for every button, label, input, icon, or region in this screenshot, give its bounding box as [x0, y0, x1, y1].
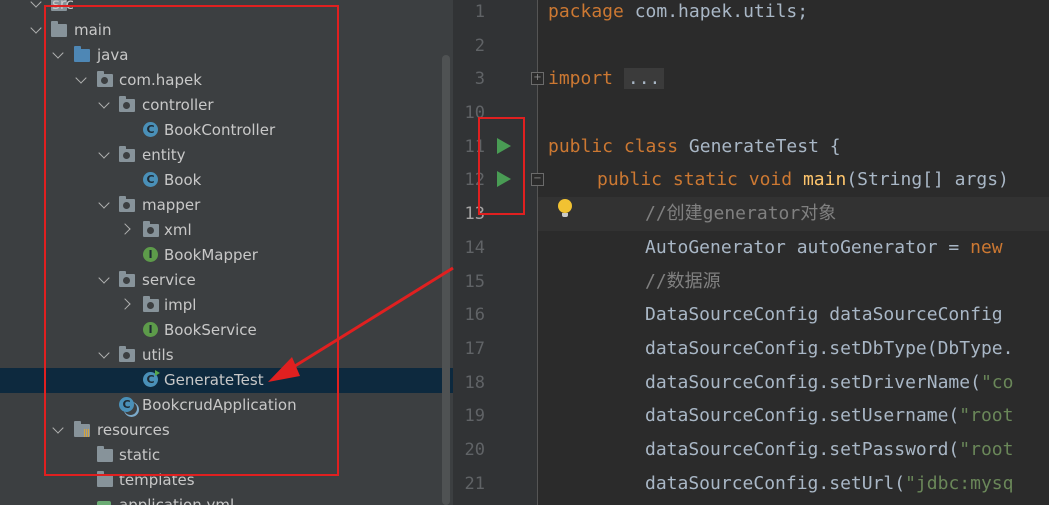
code-line-3: import ...: [548, 68, 665, 90]
code-text: dataSourceConfig.setUsername(: [645, 405, 960, 426]
chevron-down-icon[interactable]: [30, 22, 42, 36]
code-text: dataSourceConfig.setPassword(: [645, 439, 960, 460]
function-name: main: [802, 169, 847, 190]
string-literal: "co: [980, 372, 1014, 393]
code-line-17: dataSourceConfig.setDbType(DbType.: [645, 338, 1014, 359]
keyword: void: [748, 169, 793, 190]
line-number: 16: [464, 305, 485, 325]
code-line-13: //创建generator对象: [645, 203, 837, 224]
line-number: 1: [474, 2, 485, 22]
code-text: GenerateTest {: [678, 136, 841, 157]
line-number: 18: [464, 373, 485, 393]
keyword: import: [548, 68, 614, 89]
folded-imports[interactable]: ...: [623, 68, 665, 89]
fold-collapse-icon[interactable]: −: [531, 173, 544, 186]
code-line-11: public class GenerateTest {: [548, 136, 841, 158]
code-line-20: dataSourceConfig.setPassword("root: [645, 439, 1013, 461]
chevron-down-icon[interactable]: [30, 0, 42, 10]
line-number: 15: [464, 272, 485, 292]
code-text: AutoGenerator autoGenerator =: [645, 237, 971, 258]
string-literal: "jdbc:mysq: [905, 473, 1014, 494]
line-number: 14: [464, 238, 485, 258]
keyword: class: [623, 136, 679, 157]
line-number: 17: [464, 339, 485, 359]
line-number: 19: [464, 406, 485, 426]
lightbulb-icon[interactable]: [558, 199, 572, 217]
keyword: public: [548, 136, 614, 157]
code-line-21: dataSourceConfig.setUrl("jdbc:mysq: [645, 473, 1013, 495]
line-number: 20: [464, 440, 485, 460]
line-number: 3: [474, 69, 485, 89]
tree-item-application-yml[interactable]: application.yml: [0, 493, 453, 505]
code-line-1: package com.hapek.utils;: [548, 1, 808, 23]
keyword: package: [548, 1, 624, 22]
code-text: dataSourceConfig.setDriverName(: [645, 372, 981, 393]
code-text: com.hapek.utils;: [623, 1, 809, 22]
string-literal: "root: [959, 405, 1014, 426]
code-line-19: dataSourceConfig.setUsername("root: [645, 405, 1013, 427]
keyword: public: [597, 169, 663, 190]
fold-expand-icon[interactable]: +: [531, 72, 544, 85]
code-line-15: //数据源: [645, 271, 721, 292]
code-line-14: AutoGenerator autoGenerator = new: [645, 237, 1003, 259]
tree-item-label: application.yml: [119, 496, 235, 505]
code-line-12: public static void main(String[] args): [597, 169, 1009, 191]
line-number: 2: [474, 36, 485, 56]
yaml-file-icon: [97, 497, 113, 505]
annotation-box-run-buttons: [478, 117, 525, 215]
code-line-16: DataSourceConfig dataSourceConfig: [645, 304, 1003, 325]
code-text: (String[] args): [846, 169, 1009, 190]
keyword: static: [672, 169, 738, 190]
code-text: dataSourceConfig.setUrl(: [645, 473, 906, 494]
tree-scrollbar[interactable]: [442, 55, 450, 505]
keyword: new: [970, 237, 1003, 258]
annotation-box-tree: [44, 5, 339, 476]
line-number: 21: [464, 474, 485, 494]
string-literal: "root: [959, 439, 1014, 460]
code-line-18: dataSourceConfig.setDriverName("co: [645, 372, 1013, 394]
